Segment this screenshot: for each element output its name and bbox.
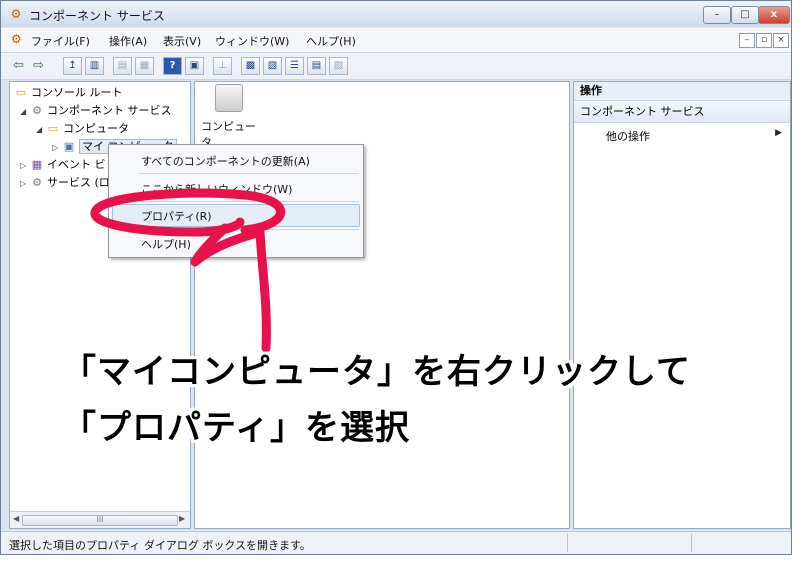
help-icon[interactable]: ? bbox=[163, 57, 182, 75]
list-view-icon[interactable]: ☰ bbox=[285, 57, 304, 75]
scroll-thumb[interactable]: III bbox=[22, 515, 178, 526]
tree-item-computers[interactable]: ◢ ▭ コンピュータ bbox=[36, 120, 129, 138]
menu-separator bbox=[139, 201, 359, 202]
forward-arrow-icon[interactable]: ⇨ bbox=[29, 57, 48, 75]
expand-right-icon[interactable]: ▷ bbox=[20, 175, 30, 193]
tree-item-component-services[interactable]: ◢ ⚙ コンポーネント サービス bbox=[20, 102, 172, 120]
actions-header: 操作 bbox=[574, 82, 790, 101]
context-menu: すべてのコンポーネントの更新(A) ここから新しいウィンドウ(W) プロパティ(… bbox=[108, 144, 364, 258]
expand-right-icon[interactable]: ▷ bbox=[52, 139, 62, 157]
window-title: コンポーネント サービス bbox=[29, 9, 165, 23]
context-item-properties[interactable]: プロパティ(R) bbox=[141, 208, 212, 224]
actions-section-title[interactable]: コンポーネント サービス bbox=[574, 102, 790, 123]
event-viewer-icon: ▦ bbox=[31, 158, 43, 171]
horizontal-scrollbar[interactable]: ◀ III ▶ bbox=[10, 511, 190, 528]
context-item-help[interactable]: ヘルプ(H) bbox=[141, 236, 191, 252]
services-icon: ⚙ bbox=[32, 176, 42, 189]
details-view-icon[interactable]: ▤ bbox=[307, 57, 326, 75]
mdi-restore-icon[interactable]: ▫ bbox=[756, 33, 772, 48]
close-button[interactable]: x bbox=[758, 6, 790, 24]
context-item-new-window[interactable]: ここから新しいウィンドウ(W) bbox=[141, 181, 292, 197]
chevron-right-icon: ▶ bbox=[775, 128, 782, 138]
expand-down-icon[interactable]: ◢ bbox=[20, 103, 30, 121]
gear-icon: ⚙ bbox=[32, 104, 42, 117]
menu-separator bbox=[139, 229, 359, 230]
scroll-left-icon[interactable]: ◀ bbox=[13, 514, 19, 523]
title-bar[interactable]: ⚙ コンポーネント サービス – □ x bbox=[1, 1, 791, 27]
toolbar: ⇦ ⇨ ↥ ▥ ▤ ▦ ? ▣ ⊥ ▩ ▧ ☰ ▤ ▨ bbox=[1, 53, 791, 80]
large-icons-icon[interactable]: ▩ bbox=[241, 57, 260, 75]
scroll-right-icon[interactable]: ▶ bbox=[179, 514, 185, 523]
folder-icon: ▭ bbox=[47, 122, 59, 135]
status-text: 選択した項目のプロパティ ダイアログ ボックスを開きます。 bbox=[9, 539, 311, 552]
back-arrow-icon[interactable]: ⇦ bbox=[9, 57, 28, 75]
mdi-minimize-icon[interactable]: – bbox=[739, 33, 755, 48]
folder-icon: ▭ bbox=[15, 86, 27, 99]
expand-right-icon[interactable]: ▷ bbox=[20, 157, 30, 175]
minimize-button[interactable]: – bbox=[703, 6, 731, 24]
pin-icon[interactable]: ⊥ bbox=[213, 57, 232, 75]
refresh-icon[interactable]: ▨ bbox=[329, 57, 348, 75]
computers-folder-icon[interactable] bbox=[215, 84, 243, 112]
export-list-icon[interactable]: ▤ bbox=[113, 57, 132, 75]
actions-more-link[interactable]: 他の操作 bbox=[606, 128, 650, 144]
menu-file[interactable]: ファイル(F) bbox=[31, 33, 90, 49]
menu-action[interactable]: 操作(A) bbox=[109, 33, 147, 49]
annotation-line-1: 「マイコンピュータ」を右クリックして bbox=[62, 352, 691, 392]
app-window: ⚙ コンポーネント サービス – □ x ⚙ ファイル(F) 操作(A) 表示(… bbox=[0, 0, 792, 555]
status-bar: 選択した項目のプロパティ ダイアログ ボックスを開きます。 bbox=[1, 531, 791, 554]
menu-window[interactable]: ウィンドウ(W) bbox=[215, 33, 289, 49]
menu-bar: ⚙ ファイル(F) 操作(A) 表示(V) ウィンドウ(W) ヘルプ(H) – … bbox=[1, 28, 791, 53]
context-item-refresh-all[interactable]: すべてのコンポーネントの更新(A) bbox=[141, 153, 310, 169]
expand-down-icon[interactable]: ◢ bbox=[36, 121, 46, 139]
up-folder-icon[interactable]: ↥ bbox=[63, 57, 82, 75]
properties-icon[interactable]: ▦ bbox=[135, 57, 154, 75]
mdi-close-icon[interactable]: × bbox=[773, 33, 789, 48]
view-toggle-icon[interactable]: ▣ bbox=[185, 57, 204, 75]
component-services-icon: ⚙ bbox=[11, 32, 22, 46]
actions-pane: 操作 コンポーネント サービス 他の操作 ▶ bbox=[573, 81, 791, 529]
menu-view[interactable]: 表示(V) bbox=[163, 33, 201, 49]
component-services-icon: ⚙ bbox=[10, 7, 22, 21]
status-divider bbox=[691, 534, 692, 552]
tree-item-event-viewer[interactable]: ▷ ▦ イベント ビ bbox=[20, 156, 106, 174]
annotation-line-2: 「プロパティ」を選択 bbox=[62, 408, 410, 448]
maximize-button[interactable]: □ bbox=[731, 6, 759, 24]
menu-help[interactable]: ヘルプ(H) bbox=[306, 33, 356, 49]
status-divider bbox=[567, 534, 568, 552]
computer-icon: ▣ bbox=[63, 140, 75, 153]
small-icons-icon[interactable]: ▧ bbox=[263, 57, 282, 75]
menu-separator bbox=[139, 173, 359, 174]
show-tree-icon[interactable]: ▥ bbox=[85, 57, 104, 75]
tree-item-console-root[interactable]: ▭ コンソール ルート bbox=[14, 84, 123, 102]
tree-item-services[interactable]: ▷ ⚙ サービス (ロ bbox=[20, 174, 110, 192]
